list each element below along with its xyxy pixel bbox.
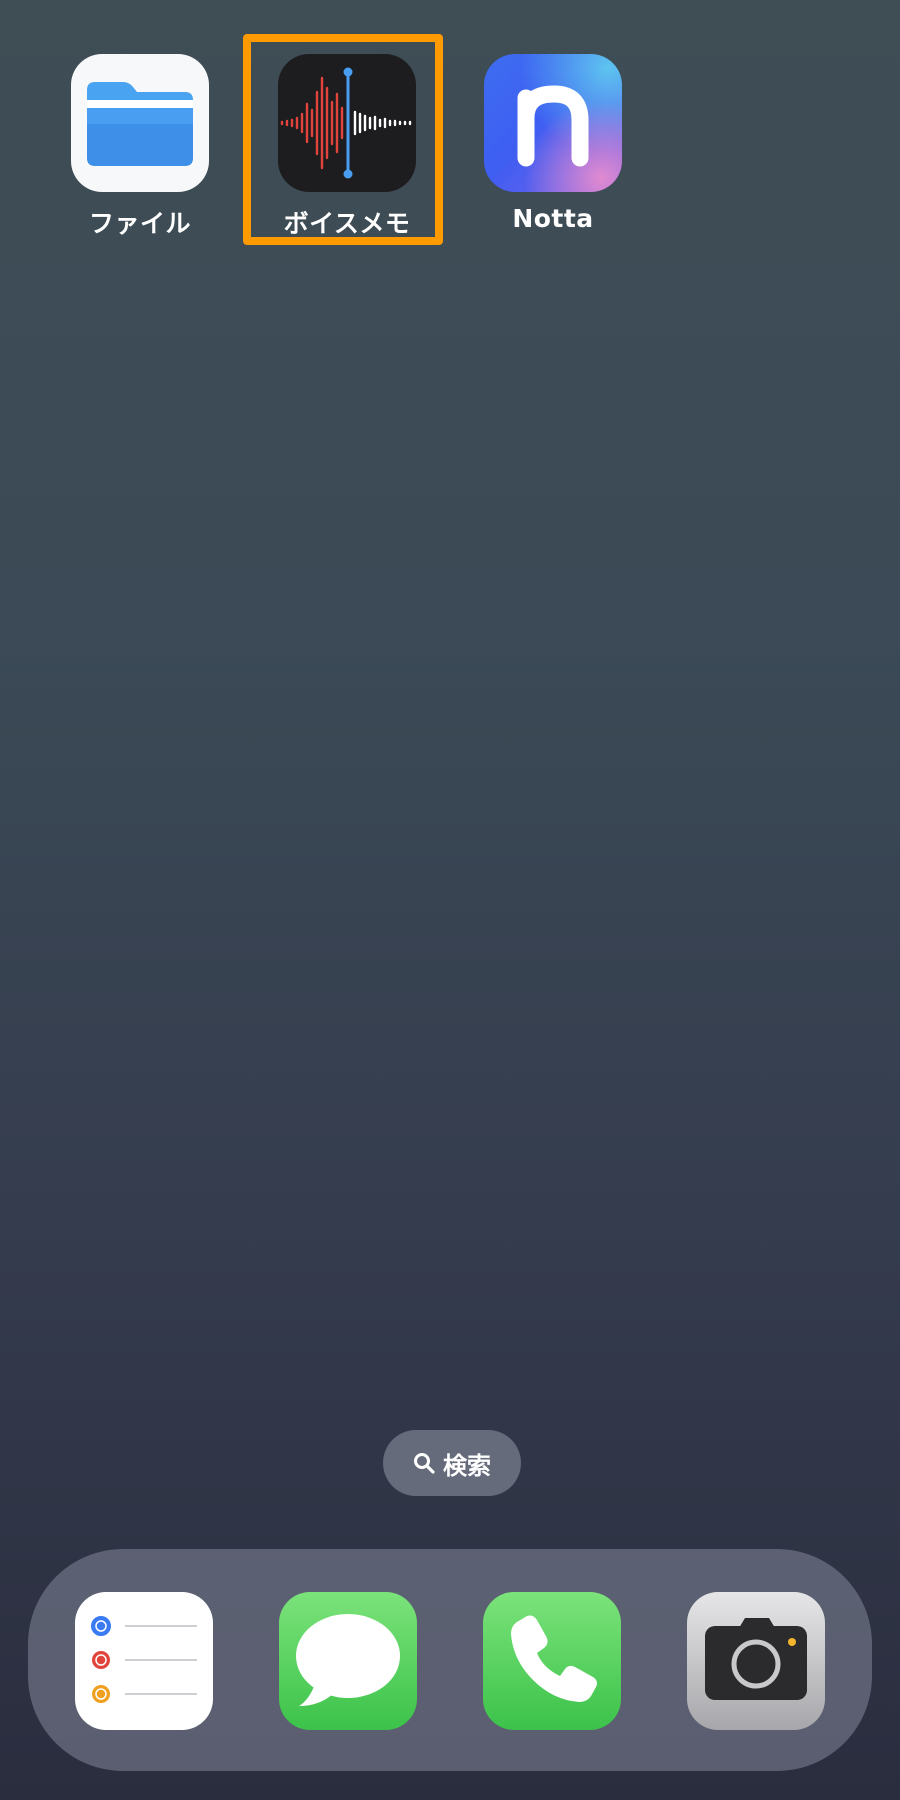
app-label-files: ファイル	[88, 209, 191, 238]
messages-bubble-icon	[296, 1614, 400, 1706]
phone-handset-icon	[511, 1615, 597, 1702]
app-files[interactable]: ファイル	[50, 54, 230, 240]
reminders-icon	[91, 1616, 197, 1703]
home-screen: ファイル ボイスメモ Notta 検索	[0, 0, 900, 1800]
dock-app-phone[interactable]	[483, 1592, 621, 1730]
app-notta[interactable]: Notta	[463, 54, 643, 233]
files-folder-icon[interactable]	[71, 54, 209, 192]
search-button[interactable]: 検索	[383, 1430, 521, 1496]
dock-app-reminders[interactable]	[75, 1592, 213, 1730]
notta-n-icon[interactable]	[484, 54, 622, 192]
camera-icon	[705, 1618, 807, 1700]
highlight-box	[243, 34, 443, 245]
app-label-notta: Notta	[512, 204, 594, 233]
dock-app-camera[interactable]	[687, 1592, 825, 1730]
search-icon	[413, 1452, 435, 1474]
dock-app-messages[interactable]	[279, 1592, 417, 1730]
search-label: 検索	[443, 1451, 491, 1480]
